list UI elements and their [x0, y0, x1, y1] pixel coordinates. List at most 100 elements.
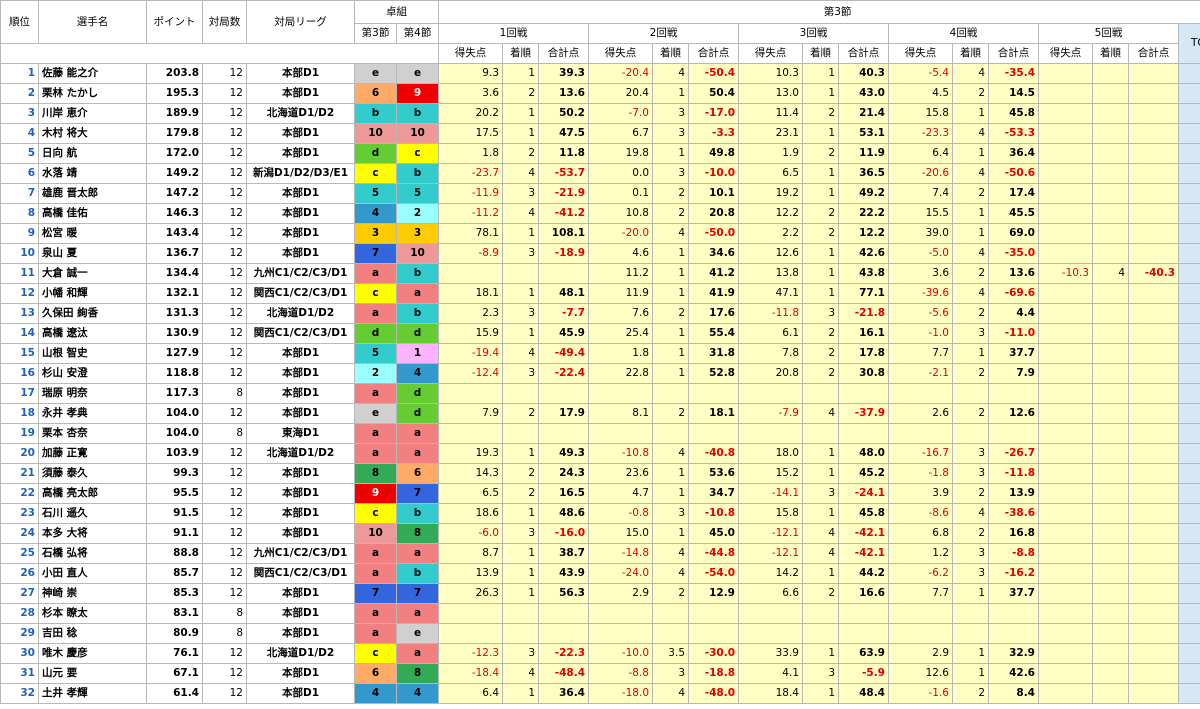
place-cell: 3.5: [652, 643, 689, 664]
rank-cell: 15: [0, 343, 39, 364]
cumulative-cell: 36.4: [538, 683, 589, 704]
table-row: 1 佐藤 能之介 203.8 12 本部D1 e e 9.3 1 39.3 -20.4 4 -50.4 1…: [0, 63, 1200, 84]
week4-table-cell: b: [396, 263, 439, 284]
rank-cell: 18: [0, 403, 39, 424]
week3-table-cell: 10: [354, 123, 397, 144]
total-cell: 100.4: [1177, 103, 1200, 124]
place-cell: [802, 423, 839, 444]
player-name-cell: 吉田 稔: [38, 623, 147, 644]
cumulative-cell: 45.0: [688, 523, 739, 544]
place-cell: [1092, 503, 1129, 524]
games-cell: 12: [202, 443, 247, 464]
week4-table-cell: 10: [396, 243, 439, 264]
place-cell: [1092, 543, 1129, 564]
league-cell: 北海道D1/D2: [246, 643, 355, 664]
total-cell: 139.3: [1177, 223, 1200, 244]
games-cell: 12: [202, 543, 247, 564]
week3-table-cell: 5: [354, 343, 397, 364]
cumulative-cell: [1128, 683, 1179, 704]
total-cell: 0.0: [1177, 383, 1200, 404]
games-cell: 12: [202, 283, 247, 304]
league-cell: 関西C1/C2/C3/D1: [246, 323, 355, 344]
place-cell: 1: [502, 283, 539, 304]
games-cell: 12: [202, 223, 247, 244]
total-cell: 121.5: [1177, 83, 1200, 104]
points-cell: 130.9: [146, 323, 203, 344]
points-cell: 104.0: [146, 423, 203, 444]
cumulative-cell: [538, 603, 589, 624]
league-cell: 本部D1: [246, 523, 355, 544]
total-cell: 106.4: [1177, 323, 1200, 344]
cumulative-cell: -3.3: [688, 123, 739, 144]
cumulative-cell: 49.2: [838, 183, 889, 204]
score-cell: 19.3: [438, 443, 503, 464]
place-cell: 3: [502, 303, 539, 324]
rank-cell: 17: [0, 383, 39, 404]
place-cell: 4: [952, 63, 989, 84]
cumulative-cell: 39.3: [538, 63, 589, 84]
place-cell: 3: [502, 183, 539, 204]
place-cell: [652, 423, 689, 444]
week3-table-cell: d: [354, 323, 397, 344]
place-cell: 2: [802, 223, 839, 244]
total-cell: 123.5: [1177, 583, 1200, 604]
rank-cell: 30: [0, 643, 39, 664]
week4-table-cell: b: [396, 503, 439, 524]
table-row: 11 大倉 誠一 134.4 12 九州C1/C2/C3/D1 a b 11.2 1 41.2 13…: [0, 263, 1200, 284]
cumulative-cell: [1128, 123, 1179, 144]
cumulative-cell: 53.6: [688, 463, 739, 484]
cumulative-cell: 48.4: [838, 683, 889, 704]
week4-table-cell: d: [396, 403, 439, 424]
place-cell: 4: [502, 203, 539, 224]
place-cell: 1: [652, 263, 689, 284]
cumulative-cell: [1128, 543, 1179, 564]
score-cell: -24.0: [588, 563, 653, 584]
place-cell: [1092, 343, 1129, 364]
place-cell: [1092, 183, 1129, 204]
place-cell: 1: [802, 83, 839, 104]
score-cell: 11.9: [588, 283, 653, 304]
cumulative-cell: [688, 383, 739, 404]
cumulative-cell: 16.5: [538, 483, 589, 504]
week4-table-cell: 8: [396, 523, 439, 544]
cumulative-cell: 36.4: [988, 143, 1039, 164]
place-cell: 2: [802, 143, 839, 164]
rank-cell: 27: [0, 583, 39, 604]
cumulative-cell: -44.8: [688, 543, 739, 564]
score-cell: -12.4: [438, 363, 503, 384]
place-cell: 3: [952, 463, 989, 484]
week4-table-cell: 7: [396, 583, 439, 604]
score-cell: 6.5: [738, 163, 803, 184]
player-name-cell: 小幡 和輝: [38, 283, 147, 304]
place-cell: [1092, 63, 1129, 84]
score-cell: 12.6: [738, 243, 803, 264]
score-cell: [1038, 683, 1093, 704]
league-cell: 九州C1/C2/C3/D1: [246, 263, 355, 284]
points-cell: 61.4: [146, 683, 203, 704]
place-cell: 1: [802, 243, 839, 264]
player-name-cell: 木村 将大: [38, 123, 147, 144]
cumulative-cell: 18.1: [688, 403, 739, 424]
place-cell: 1: [652, 363, 689, 384]
total-cell: 54.8: [1177, 183, 1200, 204]
place-cell: [1092, 623, 1129, 644]
cumulative-cell: -26.7: [988, 443, 1039, 464]
score-cell: 3.6: [438, 83, 503, 104]
place-cell: [802, 383, 839, 404]
score-cell: 7.8: [738, 343, 803, 364]
place-cell: [1092, 603, 1129, 624]
league-header: 対局リーグ: [246, 0, 355, 44]
cumulative-cell: [988, 623, 1039, 644]
cumulative-cell: 37.7: [988, 583, 1039, 604]
score-cell: [1038, 643, 1093, 664]
place-cell: 3: [952, 543, 989, 564]
week4-table-cell: 7: [396, 483, 439, 504]
cumulative-cell: -16.0: [538, 523, 589, 544]
place-cell: 3: [502, 643, 539, 664]
player-name-cell: 土井 孝輝: [38, 683, 147, 704]
games-cell: 12: [202, 403, 247, 424]
cumulative-cell: 31.8: [688, 343, 739, 364]
score-cell: [588, 603, 653, 624]
score-cell: -8.6: [888, 503, 953, 524]
table-row: 20 加藤 正寛 103.9 12 北海道D1/D2 a a 19.3 1 49.3 -10.8 4-…: [0, 443, 1200, 464]
